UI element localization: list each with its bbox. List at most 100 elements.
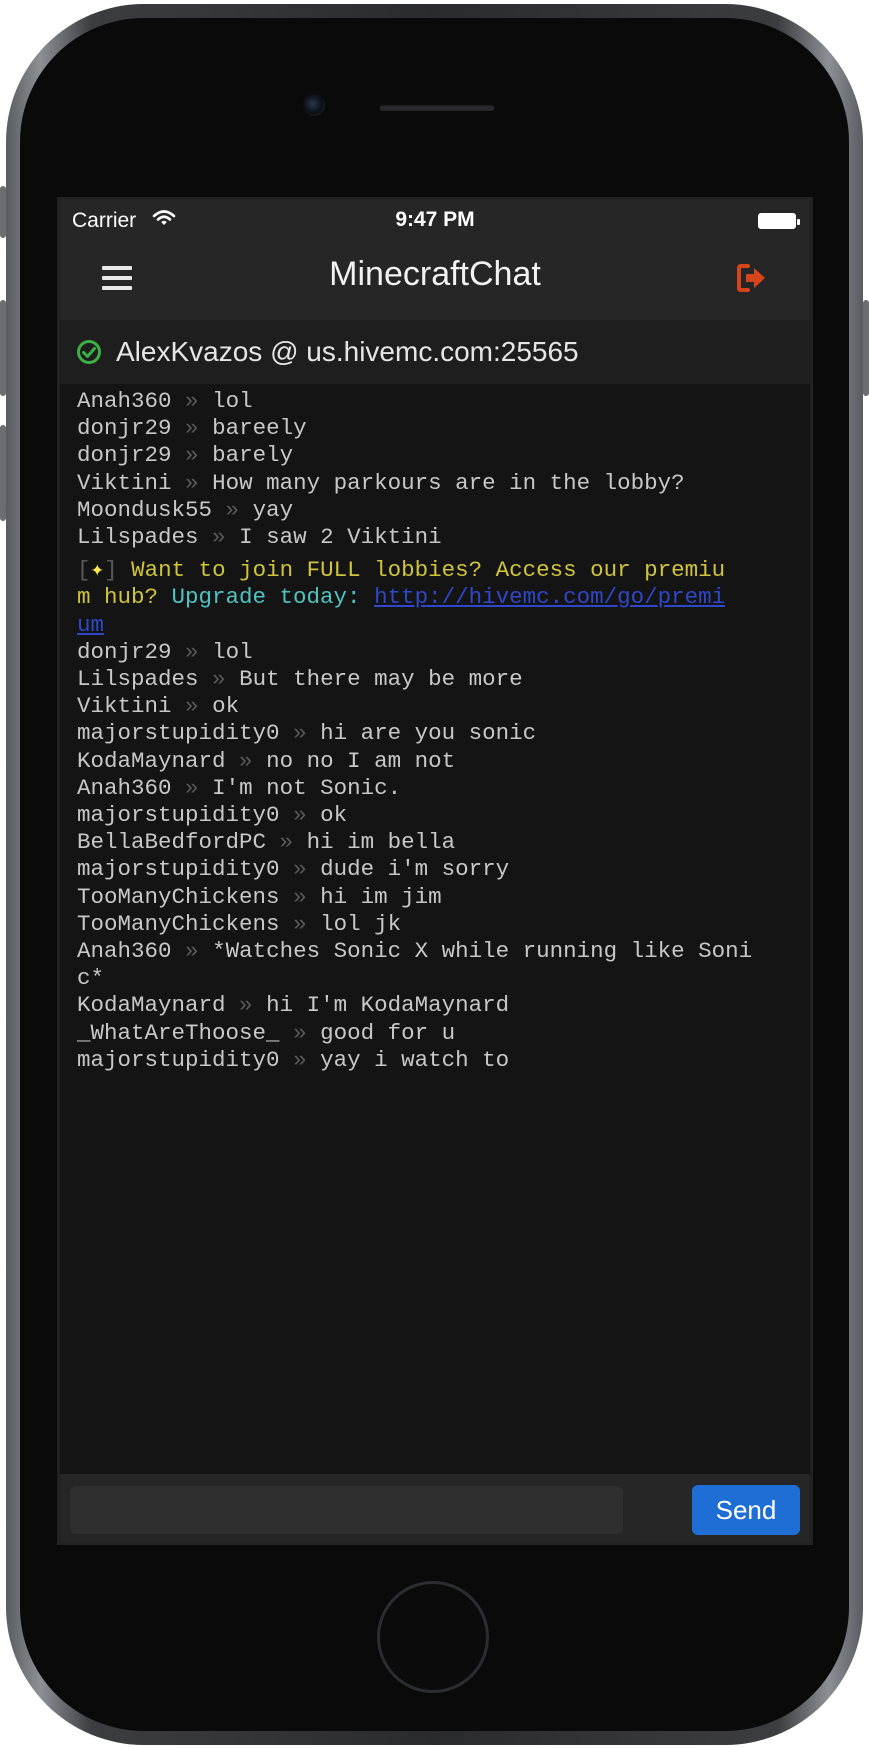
chat-text: good for u bbox=[320, 1019, 456, 1046]
chat-message: majorstupidity0 » ok bbox=[77, 802, 798, 829]
input-bar: Send bbox=[60, 1474, 810, 1542]
chat-separator: » bbox=[279, 829, 294, 856]
chat-separator: » bbox=[185, 388, 199, 414]
chat-message: Anah360 » *Watches Sonic X while running… bbox=[77, 938, 798, 992]
message-input[interactable] bbox=[70, 1486, 623, 1534]
chat-message: majorstupidity0 » dude i'm sorry bbox=[77, 856, 798, 883]
status-time: 9:47 PM bbox=[395, 208, 475, 231]
chat-username: Moondusk55 bbox=[77, 496, 213, 523]
chat-text: I saw 2 Viktini bbox=[239, 524, 442, 551]
chat-message: KodaMaynard » no no I am not bbox=[77, 748, 798, 775]
chat-message: Lilspades » But there may be more bbox=[77, 666, 798, 693]
chat-separator: » bbox=[212, 524, 226, 551]
server-bar: AlexKvazos @ us.hivemc.com:25565 bbox=[60, 320, 810, 384]
chat-username: Anah360 bbox=[77, 388, 172, 414]
chat-text: ok bbox=[320, 802, 348, 829]
chat-text: yay i watch to bbox=[320, 1046, 510, 1073]
chat-text: hi im bella bbox=[306, 829, 456, 856]
mute-switch bbox=[0, 186, 6, 238]
chat-username: Viktini bbox=[77, 469, 172, 496]
chat-username: KodaMaynard bbox=[77, 992, 226, 1019]
chat-message: donjr29 » lol bbox=[77, 639, 798, 666]
chat-text: bareely bbox=[212, 415, 307, 442]
chat-separator: » bbox=[293, 856, 307, 883]
status-bar: Carrier 9:47 PM bbox=[60, 200, 810, 238]
chat-username: majorstupidity0 bbox=[77, 802, 280, 829]
chat-username: donjr29 bbox=[77, 415, 172, 442]
chat-message: Lilspades » I saw 2 Viktini bbox=[77, 524, 798, 551]
chat-username: Lilspades bbox=[77, 666, 199, 693]
chat-separator: » bbox=[239, 747, 253, 774]
chat-message: Anah360 » I'm not Sonic. bbox=[77, 775, 798, 802]
earpiece-speaker bbox=[379, 104, 495, 111]
chat-separator: » bbox=[293, 1046, 307, 1073]
star-icon: ✦ bbox=[90, 557, 105, 584]
promo-bracket-open: [ bbox=[77, 557, 91, 584]
home-button[interactable] bbox=[377, 1581, 489, 1693]
chat-username: donjr29 bbox=[77, 638, 172, 665]
chat-username: Viktini bbox=[77, 693, 172, 720]
chat-separator: » bbox=[293, 910, 307, 937]
chat-message: TooManyChickens » hi im jim bbox=[77, 884, 798, 911]
volume-down-button bbox=[0, 425, 6, 521]
promo-message: [✦] Want to join FULL lobbies? Access ou… bbox=[77, 557, 727, 639]
chat-username: Lilspades bbox=[77, 524, 199, 551]
chat-separator: » bbox=[293, 720, 307, 747]
chat-username: TooManyChickens bbox=[77, 883, 280, 910]
chat-log: Anah360 » lol donjr29 » bareely donjr29 » … bbox=[77, 388, 798, 1074]
chat-separator: » bbox=[185, 693, 199, 720]
chat-text: yay bbox=[252, 496, 294, 523]
chat-text: lol bbox=[212, 388, 253, 414]
chat-text: lol bbox=[212, 638, 253, 665]
chat-text: hi are you sonic bbox=[320, 720, 537, 747]
connected-check-icon bbox=[77, 340, 101, 364]
chat-separator: » bbox=[212, 666, 226, 693]
chat-separator: » bbox=[293, 802, 307, 829]
chat-text: hi im jim bbox=[320, 883, 442, 910]
battery-icon bbox=[758, 213, 800, 229]
chat-username: _WhatAreThoose_ bbox=[77, 1019, 280, 1046]
server-label: AlexKvazos @ us.hivemc.com:25565 bbox=[116, 336, 579, 367]
send-button[interactable]: Send bbox=[692, 1485, 800, 1535]
chat-text: I'm not Sonic. bbox=[212, 774, 402, 801]
chat-username: Anah360 bbox=[77, 774, 172, 801]
promo-upgrade-text: Upgrade today: bbox=[171, 584, 375, 611]
chat-message: BellaBedfordPC » hi im bella bbox=[77, 829, 798, 856]
chat-separator: » bbox=[185, 938, 199, 965]
chat-username: TooManyChickens bbox=[77, 910, 280, 937]
chat-message: Viktini » ok bbox=[77, 693, 798, 720]
chat-separator: » bbox=[185, 415, 199, 442]
chat-text: *Watches Sonic X while running like Soni… bbox=[77, 938, 753, 992]
chat-username: Anah360 bbox=[77, 938, 172, 965]
chat-text: lol jk bbox=[320, 910, 402, 937]
chat-username: BellaBedfordPC bbox=[77, 829, 267, 856]
chat-text: How many parkours are in the lobby? bbox=[212, 469, 685, 496]
chat-message: majorstupidity0 » yay i watch to bbox=[77, 1047, 798, 1074]
chat-message: majorstupidity0 » hi are you sonic bbox=[77, 720, 798, 747]
chat-separator: » bbox=[293, 1019, 307, 1046]
chat-message: TooManyChickens » lol jk bbox=[77, 911, 798, 938]
logout-icon[interactable] bbox=[736, 263, 768, 293]
app-screen: Carrier 9:47 PM MinecraftChat AlexKvazos… bbox=[57, 197, 813, 1545]
chat-username: majorstupidity0 bbox=[77, 1046, 280, 1073]
chat-separator: » bbox=[293, 883, 307, 910]
chat-text: But there may be more bbox=[239, 666, 523, 693]
chat-message: donjr29 » barely bbox=[77, 442, 798, 469]
chat-username: majorstupidity0 bbox=[77, 856, 280, 883]
chat-text: hi I'm KodaMaynard bbox=[266, 992, 510, 1019]
chat-message: donjr29 » bareely bbox=[77, 415, 798, 442]
chat-message: _WhatAreThoose_ » good for u bbox=[77, 1020, 798, 1047]
chat-messages-after: donjr29 » lol Lilspades » But there may b… bbox=[77, 639, 798, 1074]
volume-up-button bbox=[0, 300, 6, 396]
chat-text: no no I am not bbox=[266, 747, 456, 774]
chat-messages-before: Anah360 » lol donjr29 » bareely donjr29 » … bbox=[77, 388, 798, 551]
chat-separator: » bbox=[239, 992, 253, 1019]
chat-message: Anah360 » lol bbox=[77, 388, 798, 415]
front-camera bbox=[303, 94, 325, 116]
chat-message: Moondusk55 » yay bbox=[77, 497, 798, 524]
chat-separator: » bbox=[225, 496, 240, 523]
chat-username: KodaMaynard bbox=[77, 747, 226, 774]
chat-separator: » bbox=[185, 774, 199, 801]
chat-separator: » bbox=[185, 469, 199, 496]
chat-text: dude i'm sorry bbox=[320, 856, 510, 883]
